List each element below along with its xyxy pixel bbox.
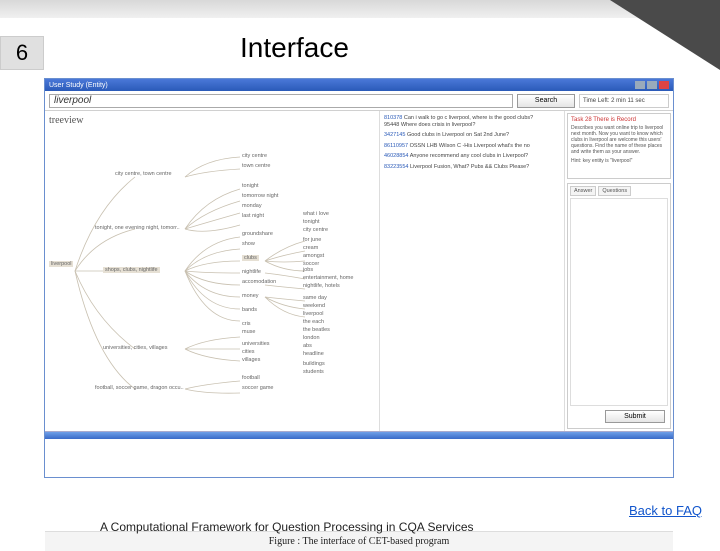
window-statusbar	[45, 431, 673, 439]
result-id: 3427145	[384, 132, 405, 138]
results-pane: 810378 Can i walk to go c liverpool, whe…	[380, 111, 565, 431]
tab-questions[interactable]: Questions	[598, 186, 631, 196]
tree-node[interactable]: muse	[242, 329, 255, 335]
tree-node[interactable]: football, soccer game, dragon occu..	[95, 385, 184, 391]
tree-node[interactable]: same day	[303, 295, 327, 301]
time-left: Time Left: 2 min 11 sec	[579, 94, 669, 108]
result-subtext: 95448 Where does crisis in liverpool?	[384, 122, 475, 128]
tree-node[interactable]: jobs	[303, 267, 313, 273]
result-id: 83223554	[384, 164, 408, 170]
result-id: 46028854	[384, 153, 408, 159]
tree-node[interactable]: amongst	[303, 253, 324, 259]
tree-node[interactable]: city centre, town centre	[115, 171, 172, 177]
tree-node[interactable]: town centre	[242, 163, 270, 169]
submit-button[interactable]: Submit	[605, 410, 665, 423]
tree-node[interactable]: tonight, one evening night, tomorr..	[95, 225, 180, 231]
result-text: OSSN LHB Wilson C -His Liverpool what's …	[410, 143, 530, 149]
result-id: 86110957	[384, 143, 408, 149]
search-row: Search Time Left: 2 min 11 sec	[45, 91, 673, 111]
tree-node[interactable]: clubs	[242, 255, 259, 261]
tree-node[interactable]: bands	[242, 307, 257, 313]
tree-node[interactable]: cream	[303, 245, 318, 251]
tree-node[interactable]: show	[242, 241, 255, 247]
tree-root[interactable]: liverpool	[49, 261, 73, 267]
tree-node[interactable]: the beatles	[303, 327, 330, 333]
tree-node[interactable]: weekend	[303, 303, 325, 309]
result-item[interactable]: 46028854 Anyone recommend any cool clubs…	[384, 153, 560, 160]
tree-node[interactable]: accomodation	[242, 279, 276, 285]
result-id: 810378	[384, 115, 402, 121]
task-hint: Hint: key entity is "liverpool"	[571, 158, 667, 164]
tree-node[interactable]: city centre	[303, 227, 328, 233]
task-box: Task 28 There is Record Describes you wa…	[567, 113, 671, 179]
tree-node[interactable]: liverpool	[303, 311, 323, 317]
back-to-faq-link[interactable]: Back to FAQ	[629, 503, 702, 518]
result-text: Can i walk to go c liverpool, where is t…	[404, 115, 533, 121]
close-icon[interactable]	[659, 81, 669, 89]
result-text: Good clubs in Liverpool on Sat 2nd June?	[407, 132, 509, 138]
tree-node[interactable]: tomorrow night	[242, 193, 278, 199]
maximize-icon[interactable]	[647, 81, 657, 89]
tree-node[interactable]: nightlife, hotels	[303, 283, 340, 289]
tree-node[interactable]: soccer game	[242, 385, 274, 391]
tree-node[interactable]: city centre	[242, 153, 267, 159]
slide-title: Interface	[240, 32, 349, 64]
task-title: Task 28 There is Record	[571, 117, 667, 123]
tree-node[interactable]: buildings	[303, 361, 325, 367]
search-button[interactable]: Search	[517, 94, 575, 108]
tree-node[interactable]: villages	[242, 357, 260, 363]
tree-node[interactable]: cities	[242, 349, 255, 355]
tree-node[interactable]: monday	[242, 203, 262, 209]
result-text: Anyone recommend any cool clubs in Liver…	[410, 153, 528, 159]
result-item[interactable]: 810378 Can i walk to go c liverpool, whe…	[384, 115, 560, 128]
tree-node[interactable]: last night	[242, 213, 264, 219]
result-item[interactable]: 83223554 Liverpool Fusion, What? Pubs &&…	[384, 164, 560, 171]
search-input[interactable]	[49, 94, 513, 108]
tree-node[interactable]: football	[242, 375, 260, 381]
footer-text: A Computational Framework for Question P…	[100, 520, 474, 534]
tree-node[interactable]: for june	[303, 237, 321, 243]
figure-caption: Figure : The interface of CET-based prog…	[45, 531, 673, 551]
tree-node[interactable]: abs	[303, 343, 312, 349]
tree-node[interactable]: nightlife	[242, 269, 261, 275]
tab-answer[interactable]: Answer	[570, 186, 596, 196]
tree-node[interactable]: students	[303, 369, 324, 375]
answer-textarea[interactable]	[570, 198, 668, 406]
tree-node[interactable]: london	[303, 335, 320, 341]
result-text: Liverpool Fusion, What? Pubs && Clubs Pl…	[410, 164, 529, 170]
slide-number: 6	[0, 36, 44, 70]
tree-node[interactable]: headline	[303, 351, 324, 357]
tree-node[interactable]: the each	[303, 319, 324, 325]
tree-node[interactable]: universities	[242, 341, 270, 347]
tree-node[interactable]: what i love	[303, 211, 329, 217]
tree-node[interactable]: money	[242, 293, 259, 299]
app-window: User Study (Entity) Search Time Left: 2 …	[44, 78, 674, 478]
result-item[interactable]: 3427145 Good clubs in Liverpool on Sat 2…	[384, 132, 560, 139]
tree-node[interactable]: tonight	[242, 183, 259, 189]
task-description: Describes you want online trip to liverp…	[571, 125, 667, 155]
tree-node[interactable]: entertainment, home	[303, 275, 353, 281]
tree-pane: treeview	[45, 111, 380, 431]
tree-node[interactable]: shops, clubs, nightlife	[103, 267, 160, 273]
minimize-icon[interactable]	[635, 81, 645, 89]
tree-node[interactable]: cris	[242, 321, 251, 327]
answer-box: Answer Questions Submit	[567, 183, 671, 429]
tree-node[interactable]: groundshare	[242, 231, 273, 237]
tree-node[interactable]: tonight	[303, 219, 320, 225]
result-item[interactable]: 86110957 OSSN LHB Wilson C -His Liverpoo…	[384, 143, 560, 150]
treeview-label: treeview	[49, 115, 375, 126]
window-titlebar: User Study (Entity)	[45, 79, 673, 91]
window-title: User Study (Entity)	[49, 82, 108, 89]
corner-triangle	[610, 0, 720, 70]
side-pane: Task 28 There is Record Describes you wa…	[565, 111, 673, 431]
tree-node[interactable]: universities, cities, villages	[103, 345, 168, 351]
